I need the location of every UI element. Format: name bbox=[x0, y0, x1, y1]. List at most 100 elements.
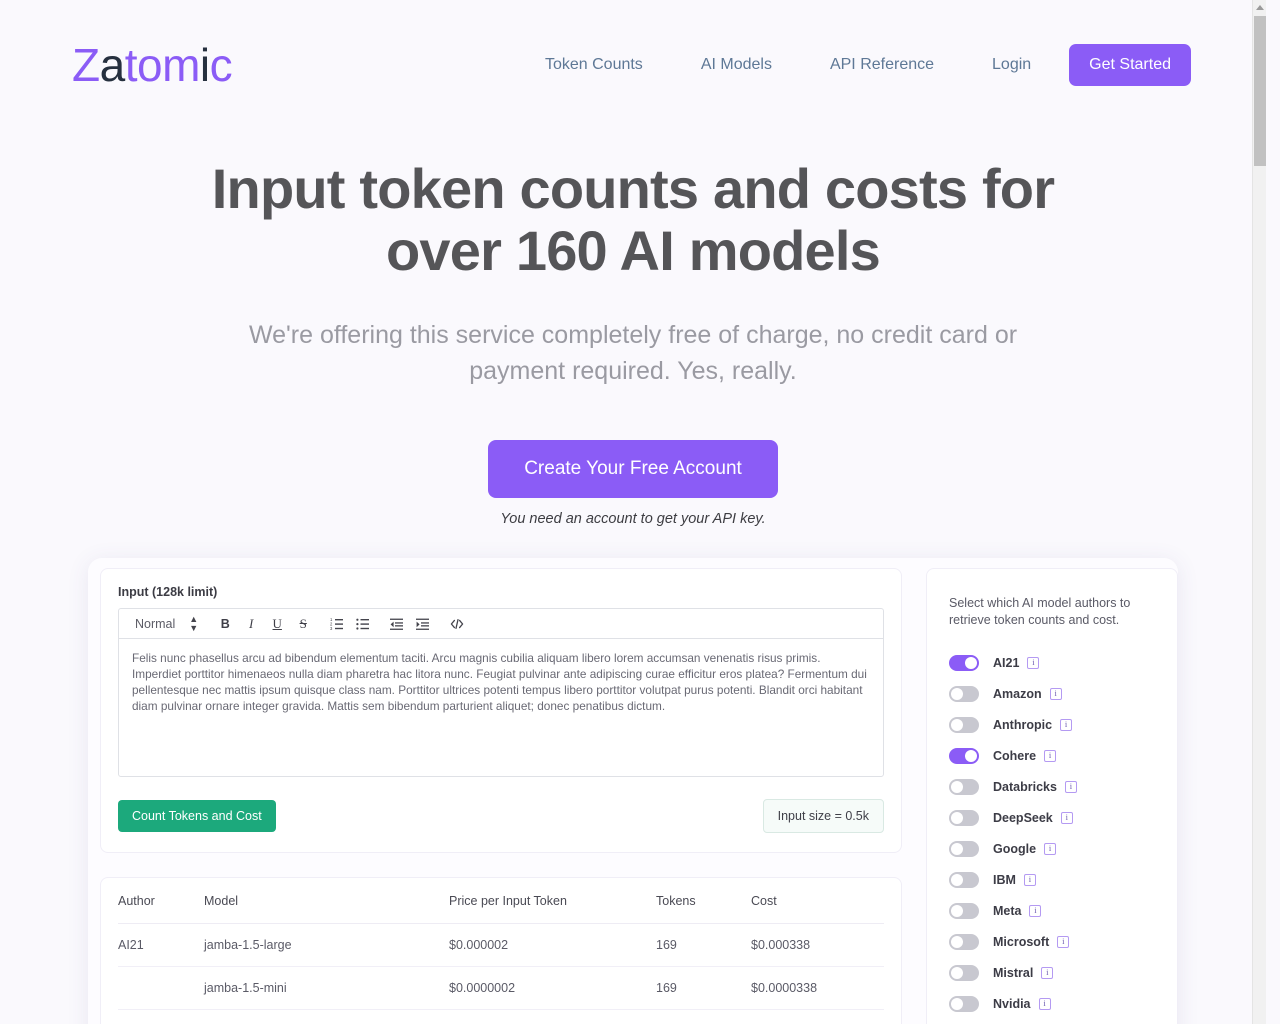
get-started-button[interactable]: Get Started bbox=[1069, 44, 1191, 86]
logo-part: c bbox=[209, 39, 233, 91]
info-icon[interactable]: i bbox=[1023, 873, 1036, 886]
editor-content[interactable]: Felis nunc phasellus arcu ad bibendum el… bbox=[119, 639, 883, 776]
logo-part: i bbox=[199, 39, 210, 91]
ordered-list-icon[interactable]: 123 bbox=[326, 613, 348, 635]
cell-author: AI21 bbox=[118, 923, 204, 967]
cell-price: $0.0000002 bbox=[449, 966, 656, 1010]
author-label: Nvidia bbox=[993, 996, 1031, 1011]
nav-link-ai-models[interactable]: AI Models bbox=[672, 56, 801, 74]
toggle-google[interactable] bbox=[949, 840, 979, 857]
toggle-anthropic[interactable] bbox=[949, 716, 979, 733]
toggle-databricks[interactable] bbox=[949, 778, 979, 795]
logo-part: tom bbox=[124, 39, 201, 91]
table-row: jamba-1.5-mini $0.0000002 169 $0.0000338 bbox=[118, 966, 884, 1010]
author-label: AI21 bbox=[993, 655, 1020, 670]
cell-tokens: 169 bbox=[656, 923, 751, 967]
format-select[interactable]: Normal ▲ ▼ bbox=[125, 614, 204, 633]
bold-icon[interactable]: B bbox=[214, 613, 236, 635]
author-toggle-row[interactable]: IBM i bbox=[949, 864, 1157, 895]
list-group: 123 bbox=[316, 613, 376, 635]
col-tokens: Tokens bbox=[656, 878, 751, 924]
author-label: DeepSeek bbox=[993, 810, 1053, 825]
count-tokens-button[interactable]: Count Tokens and Cost bbox=[118, 800, 276, 832]
toggle-nvidia[interactable] bbox=[949, 995, 979, 1012]
indent-group bbox=[376, 613, 436, 635]
author-toggle-row[interactable]: Databricks i bbox=[949, 771, 1157, 802]
info-icon[interactable]: i bbox=[1044, 842, 1057, 855]
code-block-icon[interactable] bbox=[446, 613, 468, 635]
svg-text:3: 3 bbox=[330, 626, 333, 631]
col-author: Author bbox=[118, 878, 204, 924]
app-left-column: Input (128k limit) Normal ▲ ▼ B I U S 1 … bbox=[88, 558, 916, 1024]
toggle-amazon[interactable] bbox=[949, 685, 979, 702]
page-viewport: Zatomic Token Counts AI Models API Refer… bbox=[0, 0, 1266, 1024]
info-icon[interactable]: i bbox=[1060, 718, 1073, 731]
outdent-icon[interactable] bbox=[386, 613, 408, 635]
info-icon[interactable]: i bbox=[1060, 811, 1073, 824]
info-icon[interactable]: i bbox=[1044, 749, 1057, 762]
author-toggle-row[interactable]: Google i bbox=[949, 833, 1157, 864]
scroll-up-arrow-icon[interactable] bbox=[1253, 0, 1266, 14]
hero-section: Input token counts and costs for over 16… bbox=[0, 130, 1266, 528]
create-account-button[interactable]: Create Your Free Account bbox=[488, 440, 778, 498]
bullet-list-icon[interactable] bbox=[352, 613, 374, 635]
author-toggle-row[interactable]: AI21 i bbox=[949, 647, 1157, 678]
table-row: AI21 jamba-1.5-large $0.000002 169 $0.00… bbox=[118, 923, 884, 967]
author-label: Databricks bbox=[993, 779, 1057, 794]
hero-cta-note: You need an account to get your API key. bbox=[500, 511, 766, 527]
author-toggle-row[interactable]: Nvidia i bbox=[949, 988, 1157, 1019]
info-icon[interactable]: i bbox=[1057, 935, 1070, 948]
author-toggle-row[interactable]: Amazon i bbox=[949, 678, 1157, 709]
col-cost: Cost bbox=[751, 878, 884, 924]
toggle-ibm[interactable] bbox=[949, 871, 979, 888]
info-icon[interactable]: i bbox=[1038, 997, 1051, 1010]
indent-icon[interactable] bbox=[412, 613, 434, 635]
cell-cost: $0.000338 bbox=[751, 923, 884, 967]
input-label: Input (128k limit) bbox=[118, 585, 218, 599]
toggle-microsoft[interactable] bbox=[949, 933, 979, 950]
logo[interactable]: Zatomic bbox=[72, 39, 233, 91]
strikethrough-icon[interactable]: S bbox=[292, 613, 314, 635]
cell-author bbox=[118, 966, 204, 1010]
input-size-badge: Input size = 0.5k bbox=[762, 799, 884, 833]
toggle-meta[interactable] bbox=[949, 902, 979, 919]
format-select-value: Normal bbox=[135, 616, 176, 631]
italic-icon[interactable]: I bbox=[240, 613, 262, 635]
toggle-deepseek[interactable] bbox=[949, 809, 979, 826]
page-scrollbar[interactable] bbox=[1252, 0, 1266, 1024]
scrollbar-thumb[interactable] bbox=[1254, 16, 1266, 166]
logo-part: a bbox=[99, 39, 126, 91]
info-icon[interactable]: i bbox=[1029, 904, 1042, 917]
nav-link-login[interactable]: Login bbox=[963, 56, 1069, 74]
author-label: Anthropic bbox=[993, 717, 1053, 732]
toggle-cohere[interactable] bbox=[949, 747, 979, 764]
author-toggle-row[interactable]: Meta i bbox=[949, 895, 1157, 926]
toggle-ai21[interactable] bbox=[949, 654, 979, 671]
cell-cost: $0.0000338 bbox=[751, 966, 884, 1010]
site-header: Zatomic Token Counts AI Models API Refer… bbox=[0, 0, 1266, 130]
author-filter-card: Select which AI model authors to retriev… bbox=[926, 568, 1178, 1024]
rich-text-editor[interactable]: Normal ▲ ▼ B I U S 123 Felis nunc phasel… bbox=[118, 608, 884, 777]
author-toggle-row[interactable]: DeepSeek i bbox=[949, 802, 1157, 833]
hero-cta-wrap: Create Your Free Account You need an acc… bbox=[0, 440, 1266, 527]
nav-link-api-reference[interactable]: API Reference bbox=[801, 56, 963, 74]
author-toggle-row[interactable]: Microsoft i bbox=[949, 926, 1157, 957]
info-icon[interactable]: i bbox=[1064, 780, 1077, 793]
underline-icon[interactable]: U bbox=[266, 613, 288, 635]
results-table: Author Model Price per Input Token Token… bbox=[118, 878, 884, 1010]
author-label: Amazon bbox=[993, 686, 1042, 701]
cell-model: jamba-1.5-large bbox=[204, 923, 449, 967]
author-toggle-row[interactable]: OpenAIi bbox=[949, 1019, 1157, 1024]
author-toggle-row[interactable]: Anthropic i bbox=[949, 709, 1157, 740]
author-toggle-row[interactable]: Mistral i bbox=[949, 957, 1157, 988]
info-icon[interactable]: i bbox=[1027, 656, 1040, 669]
hero-subheading: We're offering this service completely f… bbox=[248, 321, 1018, 385]
nav-link-token-counts[interactable]: Token Counts bbox=[516, 56, 672, 74]
cell-price: $0.000002 bbox=[449, 923, 656, 967]
author-toggle-row[interactable]: Cohere i bbox=[949, 740, 1157, 771]
info-icon[interactable]: i bbox=[1041, 966, 1054, 979]
info-icon[interactable]: i bbox=[1049, 687, 1062, 700]
toggle-mistral[interactable] bbox=[949, 964, 979, 981]
editor-actions: Count Tokens and Cost Input size = 0.5k bbox=[118, 799, 884, 833]
text-style-group: B I U S bbox=[204, 613, 316, 635]
